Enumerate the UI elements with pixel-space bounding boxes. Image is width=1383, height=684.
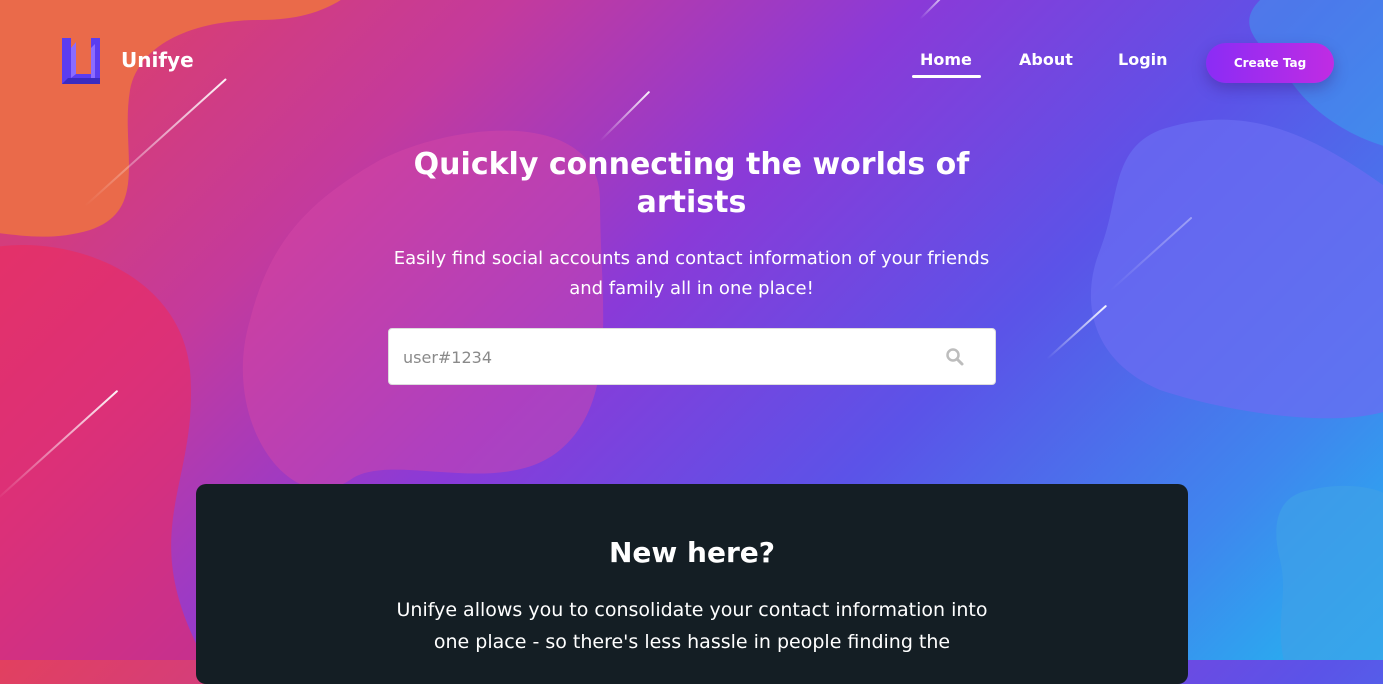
nav-link-home[interactable]: Home	[912, 50, 981, 78]
hero-subtitle: Easily find social accounts and contact …	[393, 248, 990, 299]
search-bar	[388, 328, 996, 386]
hero-title: Quickly connecting the worlds of artists	[413, 147, 970, 220]
top-navbar: Unifye Home About Login Create Tag	[0, 0, 1383, 120]
create-tag-button[interactable]: Create Tag	[1206, 43, 1334, 83]
brand-name[interactable]: Unifye	[121, 48, 194, 72]
search-input[interactable]	[401, 329, 945, 386]
new-here-panel: New here? Unifye allows you to consolida…	[196, 484, 1188, 684]
unifye-logo-icon[interactable]	[62, 38, 100, 84]
panel-title: New here?	[608, 536, 775, 569]
search-icon[interactable]	[945, 347, 965, 367]
nav-link-login[interactable]: Login	[1118, 50, 1168, 69]
nav-link-about[interactable]: About	[1019, 50, 1073, 69]
blue-blob-bottom-right	[1276, 485, 1383, 660]
panel-description: Unifye allows you to consolidate your co…	[396, 599, 988, 653]
